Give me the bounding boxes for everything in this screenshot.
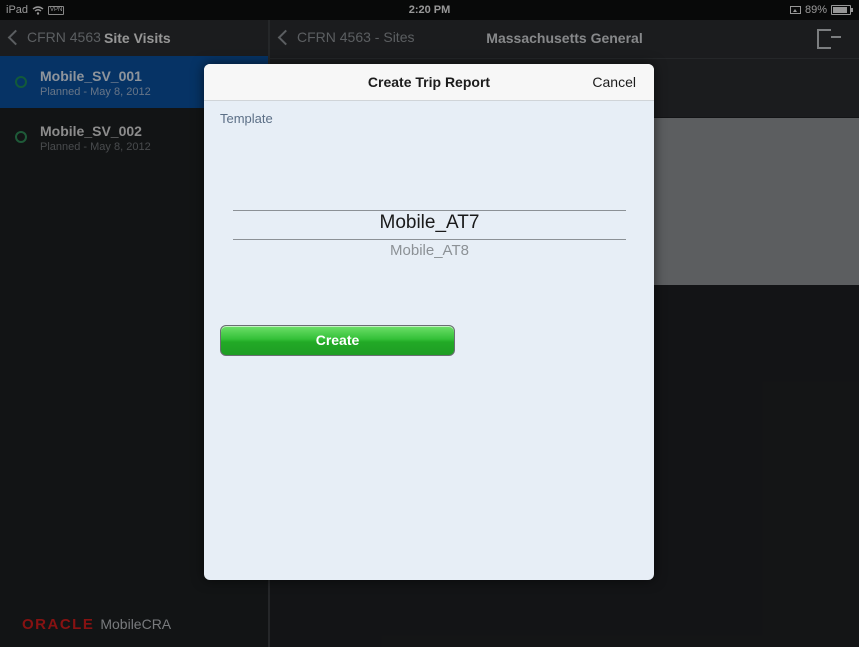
create-trip-report-dialog: Create Trip Report Cancel Template Mobil… bbox=[204, 64, 654, 580]
template-label: Template bbox=[220, 111, 273, 126]
picker-divider-bottom bbox=[233, 239, 626, 240]
create-button[interactable]: Create bbox=[220, 325, 455, 356]
cancel-button[interactable]: Cancel bbox=[592, 74, 636, 90]
picker-divider-top bbox=[233, 210, 626, 211]
dialog-header: Create Trip Report Cancel bbox=[204, 64, 654, 101]
template-picker-option[interactable]: Mobile_AT8 bbox=[233, 242, 626, 259]
template-picker-selected[interactable]: Mobile_AT7 bbox=[233, 212, 626, 234]
dialog-title: Create Trip Report bbox=[367, 74, 491, 90]
